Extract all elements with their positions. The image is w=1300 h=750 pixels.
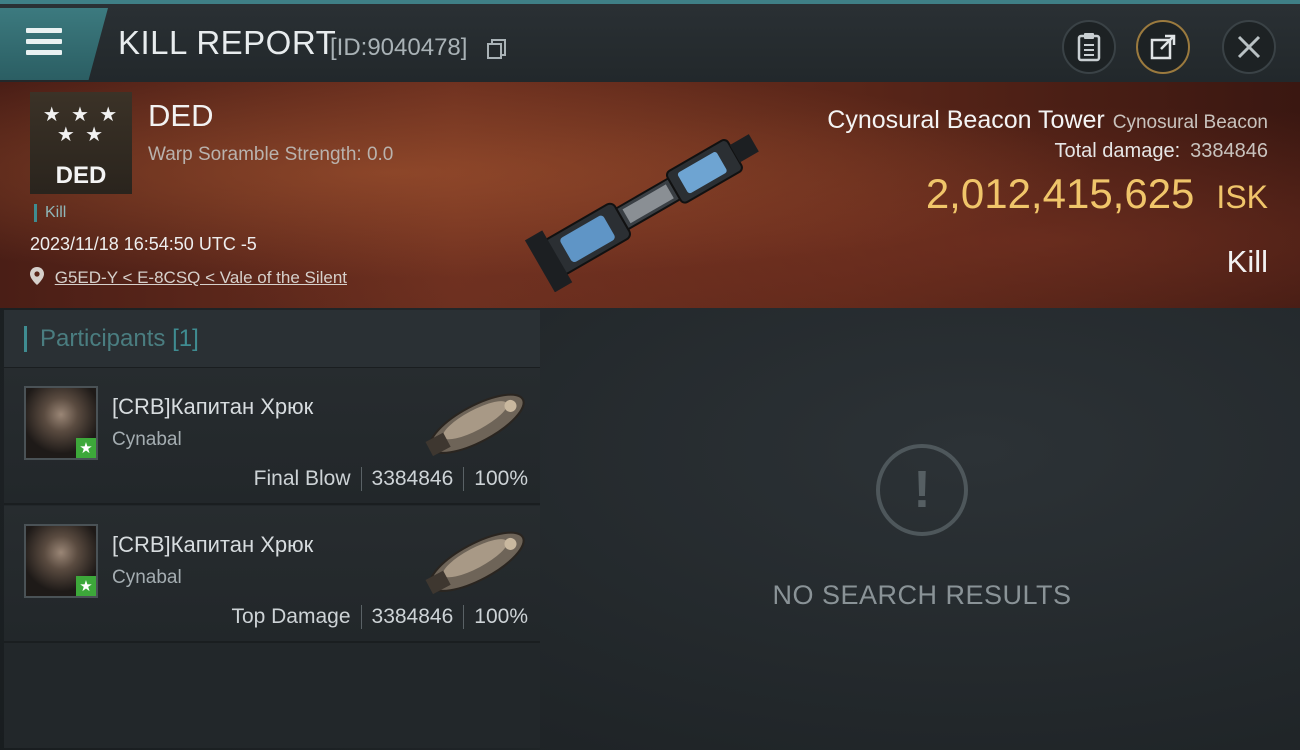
participant-stats: Final Blow 3384846 100% bbox=[254, 467, 528, 491]
kill-timestamp: 2023/11/18 16:54:50 UTC -5 bbox=[30, 234, 257, 254]
page-title: KILL REPORT bbox=[118, 24, 337, 61]
menu-button[interactable] bbox=[0, 8, 108, 80]
faction-name: DED bbox=[148, 98, 214, 133]
participant-ship: Cynabal bbox=[112, 567, 182, 588]
empty-state-text: NO SEARCH RESULTS bbox=[772, 580, 1072, 610]
participant-percent: 100% bbox=[474, 605, 528, 628]
divider bbox=[463, 467, 465, 491]
participants-count: [1] bbox=[172, 325, 199, 352]
top-bar: KILL REPORT [ID:9040478] bbox=[0, 0, 1300, 82]
participant-damage: 3384846 bbox=[371, 467, 454, 490]
kill-tag: Kill bbox=[34, 204, 66, 222]
total-damage-value: 3384846 bbox=[1190, 140, 1268, 162]
participant-damage: 3384846 bbox=[371, 605, 454, 628]
total-damage-label: Total damage: bbox=[1054, 140, 1181, 162]
participants-title: Participants [1] bbox=[40, 325, 199, 353]
star-badge-icon: ★ bbox=[76, 438, 96, 458]
participants-header: Participants [1] bbox=[4, 310, 540, 368]
isk-amount: 2,012,415,625 bbox=[925, 170, 1195, 217]
isk-unit: ISK bbox=[1216, 179, 1268, 215]
participant-row[interactable]: ★ [CRB]Капитан Хрюк Cynabal Final Blow 3… bbox=[4, 368, 540, 505]
clipboard-button[interactable] bbox=[1062, 20, 1116, 74]
participant-ship: Cynabal bbox=[112, 429, 182, 450]
exclamation-icon: ! bbox=[876, 444, 968, 536]
participant-row[interactable]: ★ [CRB]Капитан Хрюк Cynabal Top Damage 3… bbox=[4, 506, 540, 643]
share-button[interactable] bbox=[1136, 20, 1190, 74]
divider bbox=[360, 467, 362, 491]
location-pin-icon bbox=[30, 267, 44, 285]
kill-banner: ★ ★ ★ ★ ★ DED DED Warp Soramble Strength:… bbox=[0, 82, 1300, 308]
logo-text: DED bbox=[55, 162, 107, 189]
star-icons: ★ ★ ★ ★ ★ bbox=[42, 102, 120, 146]
total-damage: Total damage: 3384846 bbox=[1054, 140, 1268, 163]
kill-result: Kill bbox=[1226, 244, 1268, 279]
participant-name: [CRB]Капитан Хрюк bbox=[112, 532, 314, 557]
participant-ship-image bbox=[425, 531, 525, 595]
participants-label: Participants bbox=[40, 325, 166, 352]
share-icon bbox=[1150, 34, 1176, 60]
warp-scramble-strength: Warp Soramble Strength: 0.0 bbox=[148, 144, 394, 165]
close-icon bbox=[1237, 35, 1261, 59]
participant-percent: 100% bbox=[474, 467, 528, 490]
divider bbox=[360, 605, 362, 629]
victim-info: Cynosural Beacon Tower Cynosural Beacon bbox=[827, 106, 1268, 135]
avatar[interactable]: ★ bbox=[24, 386, 98, 460]
copy-icon[interactable] bbox=[486, 38, 508, 60]
kill-id: [ID:9040478] bbox=[330, 34, 468, 61]
avatar[interactable]: ★ bbox=[24, 524, 98, 598]
participants-panel: Participants [1] ★ [CRB]Капитан Хрюк Cyn… bbox=[4, 310, 540, 748]
victim-ship-name: Cynosural Beacon Tower bbox=[827, 106, 1105, 134]
participant-role: Top Damage bbox=[231, 605, 351, 628]
divider bbox=[463, 605, 465, 629]
kill-location[interactable]: G5ED-Y < E-8CSQ < Vale of the Silent bbox=[30, 267, 347, 288]
star-badge-icon: ★ bbox=[76, 576, 96, 596]
participant-stats: Top Damage 3384846 100% bbox=[231, 605, 528, 629]
victim-ship-image bbox=[524, 134, 759, 292]
victim-ship-class: Cynosural Beacon bbox=[1112, 112, 1268, 133]
header-accent bbox=[24, 326, 27, 352]
participant-ship-image bbox=[425, 393, 525, 457]
participant-name: [CRB]Капитан Хрюк bbox=[112, 394, 314, 419]
faction-logo: ★ ★ ★ ★ ★ DED bbox=[30, 92, 132, 194]
results-panel: ! NO SEARCH RESULTS bbox=[544, 310, 1300, 750]
participant-role: Final Blow bbox=[253, 467, 351, 490]
isk-value: 2,012,415,625 ISK bbox=[926, 170, 1268, 218]
clipboard-icon bbox=[1077, 33, 1101, 62]
close-button[interactable] bbox=[1222, 20, 1276, 74]
location-link[interactable]: G5ED-Y < E-8CSQ < Vale of the Silent bbox=[55, 268, 347, 287]
